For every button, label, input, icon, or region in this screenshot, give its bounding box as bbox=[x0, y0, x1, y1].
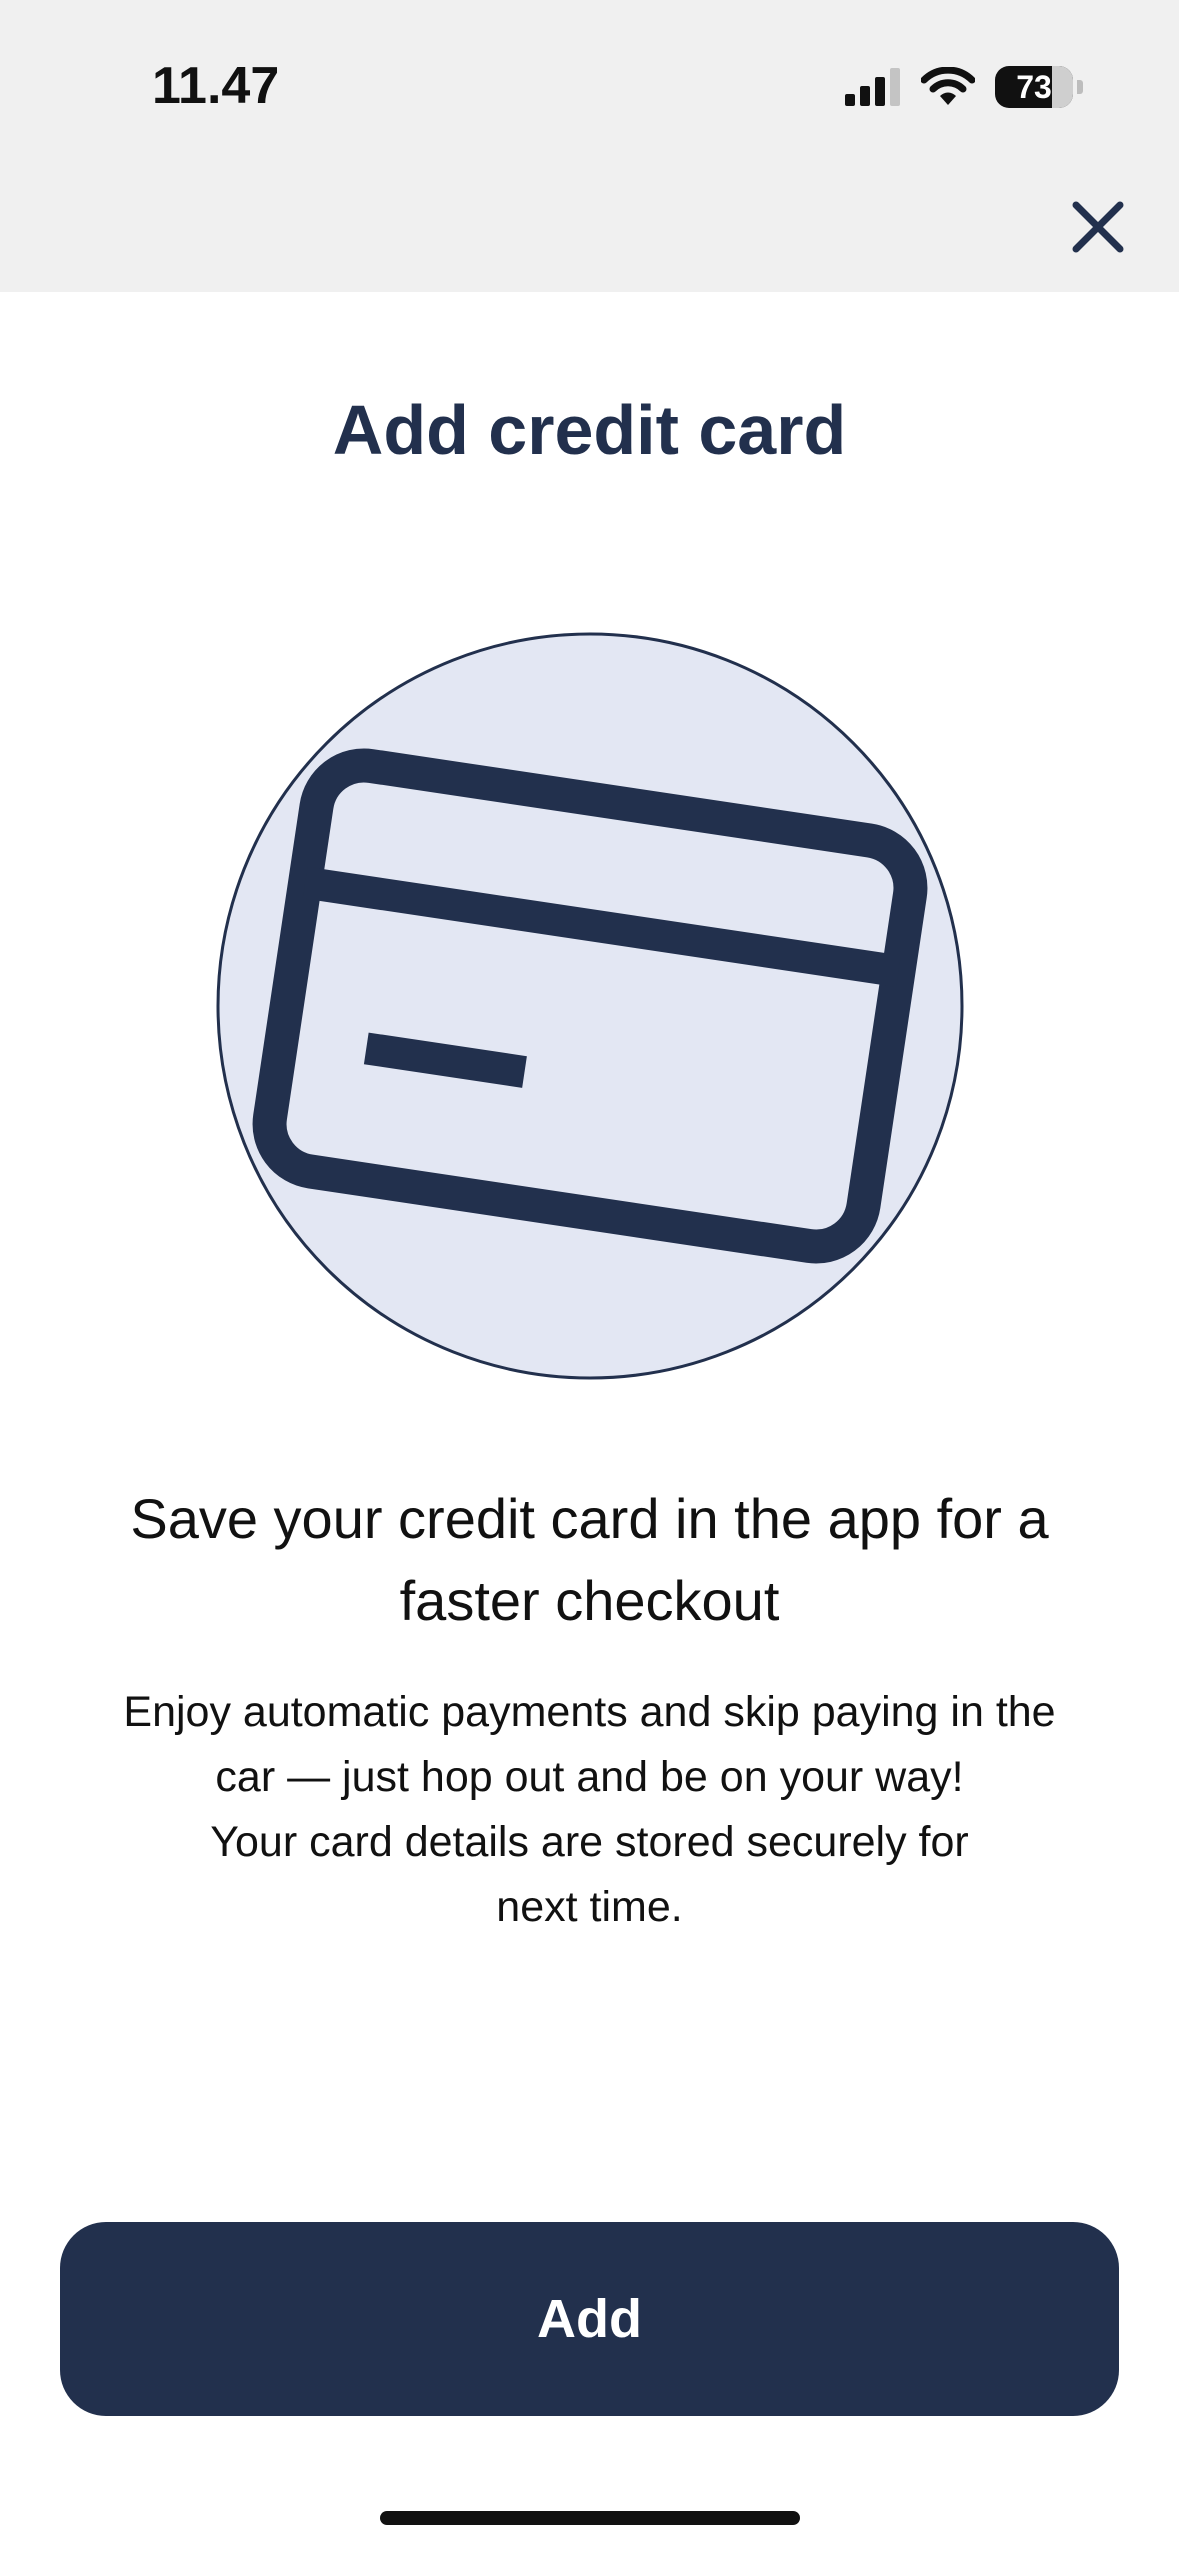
description-line: Enjoy automatic payments and skip paying… bbox=[123, 1688, 1056, 1736]
description-line: next time. bbox=[496, 1883, 683, 1931]
headline: Save your credit card in the app for a f… bbox=[130, 1487, 1049, 1632]
battery-icon: 73 bbox=[995, 66, 1073, 108]
close-button[interactable] bbox=[1063, 192, 1133, 262]
description: Enjoy automatic payments and skip paying… bbox=[50, 1680, 1129, 1940]
home-indicator bbox=[380, 2511, 800, 2525]
wifi-icon bbox=[921, 67, 975, 105]
status-and-header-area: 11.47 73 bbox=[0, 0, 1179, 292]
add-button[interactable]: Add bbox=[60, 2222, 1119, 2416]
cellular-signal-icon bbox=[845, 68, 900, 106]
close-icon bbox=[1072, 201, 1124, 253]
description-line: car — just hop out and be on your way! bbox=[215, 1753, 964, 1801]
credit-card-illustration bbox=[216, 632, 964, 1380]
battery-nub bbox=[1077, 80, 1083, 94]
illustration-circle bbox=[216, 632, 964, 1380]
description-line: Your card details are stored securely fo… bbox=[210, 1818, 969, 1866]
battery-level: 73 bbox=[1016, 68, 1052, 105]
status-icons: 73 bbox=[845, 64, 1083, 110]
status-time: 11.47 bbox=[152, 57, 280, 115]
page-title: Add credit card bbox=[332, 391, 847, 469]
